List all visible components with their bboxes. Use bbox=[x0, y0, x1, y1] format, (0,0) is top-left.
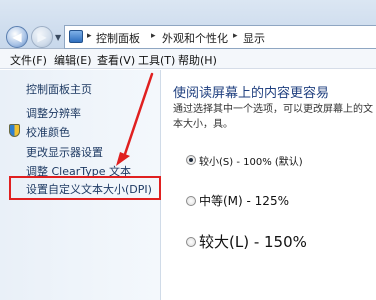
left-nav-pane: 控制面板主页 调整分辨率 校准颜色 更改显示器设置 调整 ClearType 文… bbox=[0, 70, 161, 300]
control-panel-icon bbox=[69, 30, 83, 43]
shield-icon bbox=[9, 124, 20, 137]
menu-file[interactable]: 文件(F) bbox=[10, 52, 47, 68]
option-medium-label[interactable]: 中等(M) - 125% bbox=[199, 192, 289, 209]
option-larger-label[interactable]: 较大(L) - 150% bbox=[199, 231, 307, 252]
page-description: 通过选择其中一个选项，可以更改屏幕上的文本大小，具。 bbox=[173, 104, 373, 130]
breadcrumb-separator[interactable]: ▸ bbox=[151, 31, 156, 41]
breadcrumb-separator[interactable]: ▸ bbox=[233, 31, 238, 41]
address-bar-row: ◀ ▶ ▼ ▸ 控制面板 ▸ 外观和个性化 ▸ 显示 bbox=[0, 0, 376, 49]
calibrate-color-link[interactable]: 校准颜色 bbox=[26, 124, 70, 140]
option-smaller-label[interactable]: 较小(S) - 100% (默认) bbox=[199, 153, 303, 168]
change-display-settings-link[interactable]: 更改显示器设置 bbox=[26, 144, 103, 160]
recent-pages-dropdown-icon[interactable]: ▼ bbox=[55, 33, 61, 42]
address-box[interactable]: ▸ 控制面板 ▸ 外观和个性化 ▸ 显示 bbox=[64, 25, 376, 49]
red-highlight-box bbox=[9, 176, 161, 200]
menu-help[interactable]: 帮助(H) bbox=[178, 52, 217, 68]
radio-medium[interactable] bbox=[186, 196, 196, 206]
radio-larger[interactable] bbox=[186, 237, 196, 247]
adjust-resolution-link[interactable]: 调整分辨率 bbox=[26, 105, 81, 121]
breadcrumb-separator[interactable]: ▸ bbox=[87, 31, 92, 41]
breadcrumb-appearance[interactable]: 外观和个性化 bbox=[162, 30, 228, 46]
back-arrow-icon[interactable]: ◀ bbox=[6, 26, 28, 48]
radio-smaller[interactable] bbox=[186, 155, 196, 165]
menu-tools[interactable]: 工具(T) bbox=[138, 52, 175, 68]
breadcrumb-control-panel[interactable]: 控制面板 bbox=[96, 30, 140, 46]
menu-edit[interactable]: 编辑(E) bbox=[54, 52, 92, 68]
page-title: 使阅读屏幕上的内容更容易 bbox=[173, 86, 330, 101]
breadcrumb-display[interactable]: 显示 bbox=[243, 30, 265, 46]
menu-view[interactable]: 查看(V) bbox=[97, 52, 135, 68]
control-panel-home-link[interactable]: 控制面板主页 bbox=[26, 81, 92, 97]
menu-bar: 文件(F) 编辑(E) 查看(V) 工具(T) 帮助(H) bbox=[0, 49, 376, 69]
forward-arrow-icon[interactable]: ▶ bbox=[31, 26, 53, 48]
